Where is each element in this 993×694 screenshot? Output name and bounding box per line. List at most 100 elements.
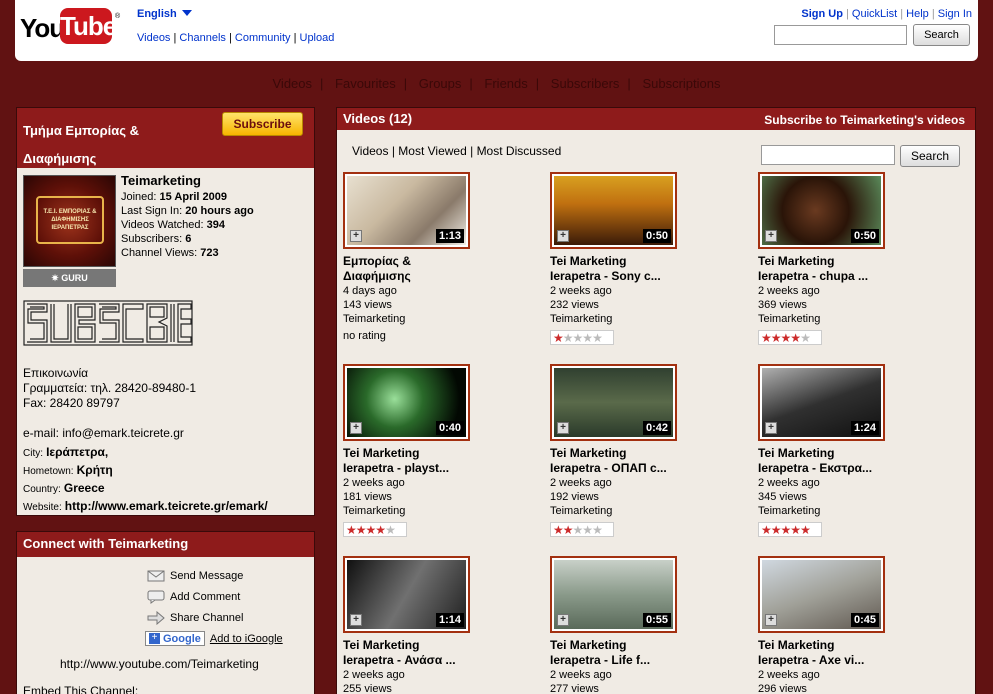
avatar[interactable]: T.E.I. ΕΜΠΟΡΙΑΣ & ΔΙΑΦΗΜΙΣΗΣ ΙΕΡΑΠΕΤΡΑΣ bbox=[23, 175, 116, 267]
nav-channels[interactable]: Channels bbox=[179, 32, 225, 44]
add-to-quicklist-icon[interactable]: + bbox=[557, 230, 569, 242]
hometown-value: Κρήτη bbox=[76, 463, 113, 477]
video-item[interactable]: + 1:24 Tei Marketing Ierapetra - Εκστρα.… bbox=[758, 364, 948, 537]
video-search-button[interactable]: Search bbox=[900, 145, 960, 167]
video-tabs: Videos | Most Viewed | Most Discussed bbox=[352, 144, 562, 158]
video-title[interactable]: Tei Marketing Ierapetra - Εκστρα... bbox=[758, 446, 948, 476]
tab-most-discussed[interactable]: Most Discussed bbox=[477, 144, 562, 158]
nav-community[interactable]: Community bbox=[235, 32, 291, 44]
video-thumbnail[interactable]: + 1:24 bbox=[758, 364, 885, 441]
video-title-line2: Ierapetra - chupa ... bbox=[758, 269, 869, 283]
video-views: 192 views bbox=[550, 491, 599, 503]
video-thumbnail[interactable]: + 0:50 bbox=[550, 172, 677, 249]
video-uploader[interactable]: Teimarketing bbox=[550, 504, 740, 518]
help-link[interactable]: Help bbox=[906, 8, 929, 20]
contact-fax: Fax: 28420 89797 bbox=[23, 396, 120, 410]
video-item[interactable]: + 1:14 Tei Marketing Ierapetra - Ανάσα .… bbox=[343, 556, 533, 694]
last-sign-in-value: 20 hours ago bbox=[185, 205, 254, 217]
add-comment-label: Add Comment bbox=[170, 591, 241, 603]
contact-heading: Επικοινωνία bbox=[23, 366, 89, 380]
top-nav: Videos | Channels | Community | Upload bbox=[137, 32, 335, 44]
star-icon: ★ bbox=[790, 523, 801, 537]
video-title[interactable]: Tei Marketing Ierapetra - Life f... bbox=[550, 638, 740, 668]
video-thumbnail[interactable]: + 0:42 bbox=[550, 364, 677, 441]
send-message-link[interactable]: Send Message bbox=[147, 569, 243, 583]
video-uploader[interactable]: Teimarketing bbox=[550, 312, 740, 326]
video-uploader[interactable]: Teimarketing bbox=[343, 504, 533, 518]
language-selector[interactable]: English bbox=[137, 8, 192, 20]
video-uploader[interactable]: Teimarketing bbox=[758, 312, 948, 326]
video-age: 2 weeks ago bbox=[550, 669, 612, 681]
star-icon: ★ bbox=[800, 523, 811, 537]
chevron-down-icon bbox=[181, 10, 192, 16]
video-title[interactable]: Tei Marketing Ierapetra - playst... bbox=[343, 446, 533, 476]
video-title-line1: Tei Marketing bbox=[550, 254, 627, 268]
video-thumbnail[interactable]: + 1:14 bbox=[343, 556, 470, 633]
profile-panel: Τμήμα Εμπορίας & Διαφήμισης Subscribe T.… bbox=[16, 107, 315, 516]
tab-most-viewed[interactable]: Most Viewed bbox=[398, 144, 466, 158]
video-item[interactable]: + 0:45 Tei Marketing Ierapetra - Axe vi.… bbox=[758, 556, 948, 694]
channel-nav-videos[interactable]: Videos bbox=[265, 76, 321, 91]
video-item[interactable]: + 0:42 Tei Marketing Ierapetra - ΟΠΑΠ c.… bbox=[550, 364, 740, 537]
star-icon: ★ bbox=[346, 523, 357, 537]
video-item[interactable]: + 0:50 Tei Marketing Ierapetra - Sony c.… bbox=[550, 172, 740, 345]
website-link[interactable]: http://www.emark.teicrete.gr/emark/ bbox=[65, 499, 268, 513]
video-title[interactable]: Tei Marketing Ierapetra - Sony c... bbox=[550, 254, 740, 284]
video-uploader[interactable]: Teimarketing bbox=[343, 312, 533, 326]
add-igoogle-link[interactable]: Add to iGoogle bbox=[210, 633, 283, 645]
youtube-logo[interactable]: You Tube ® bbox=[20, 7, 120, 44]
sign-up-link[interactable]: Sign Up bbox=[801, 8, 843, 20]
video-title-line1: Tei Marketing bbox=[758, 638, 835, 652]
subscribers-label: Subscribers: bbox=[121, 233, 183, 245]
tab-videos[interactable]: Videos bbox=[352, 144, 388, 158]
channel-nav-subscriptions[interactable]: Subscriptions bbox=[634, 76, 728, 91]
add-to-quicklist-icon[interactable]: + bbox=[765, 614, 777, 626]
site-search-button[interactable]: Search bbox=[913, 24, 970, 46]
video-title-line1: Tei Marketing bbox=[758, 254, 835, 268]
add-to-google-button[interactable]: + Google bbox=[145, 631, 205, 646]
language-label: English bbox=[137, 8, 177, 20]
star-icon: ★ bbox=[770, 331, 782, 345]
video-title[interactable]: Tei Marketing Ierapetra - chupa ... bbox=[758, 254, 948, 284]
subscribe-button[interactable]: Subscribe bbox=[222, 112, 303, 136]
joined-label: Joined: bbox=[121, 191, 157, 203]
video-item[interactable]: + 0:50 Tei Marketing Ierapetra - chupa .… bbox=[758, 172, 948, 345]
nav-upload[interactable]: Upload bbox=[300, 32, 335, 44]
google-label: Google bbox=[163, 632, 201, 645]
share-channel-link[interactable]: Share Channel bbox=[147, 611, 243, 625]
video-search-input[interactable] bbox=[761, 145, 895, 165]
subscribe-videos-link[interactable]: Subscribe to Teimarketing's videos bbox=[764, 113, 965, 127]
add-to-quicklist-icon[interactable]: + bbox=[350, 422, 362, 434]
video-age: 2 weeks ago bbox=[343, 669, 405, 681]
video-thumbnail[interactable]: + 0:40 bbox=[343, 364, 470, 441]
add-comment-link[interactable]: Add Comment bbox=[147, 590, 240, 604]
channel-nav-groups[interactable]: Groups bbox=[411, 76, 470, 91]
site-search-input[interactable] bbox=[774, 25, 907, 45]
video-thumbnail[interactable]: + 0:45 bbox=[758, 556, 885, 633]
channel-nav-subscribers[interactable]: Subscribers bbox=[543, 76, 628, 91]
add-to-quicklist-icon[interactable]: + bbox=[350, 614, 362, 626]
video-thumbnail[interactable]: + 1:13 bbox=[343, 172, 470, 249]
video-title-line2: Ierapetra - playst... bbox=[343, 461, 450, 475]
video-title[interactable]: Tei Marketing Ierapetra - Ανάσα ... bbox=[343, 638, 533, 668]
add-to-quicklist-icon[interactable]: + bbox=[765, 230, 777, 242]
add-to-quicklist-icon[interactable]: + bbox=[557, 422, 569, 434]
video-title[interactable]: Tei Marketing Ierapetra - ΟΠΑΠ c... bbox=[550, 446, 740, 476]
video-title[interactable]: Εμπορίας & Διαφήμισης bbox=[343, 254, 533, 284]
video-item[interactable]: + 0:40 Tei Marketing Ierapetra - playst.… bbox=[343, 364, 533, 537]
video-thumbnail[interactable]: + 0:50 bbox=[758, 172, 885, 249]
video-title[interactable]: Tei Marketing Ierapetra - Axe vi... bbox=[758, 638, 948, 668]
add-to-quicklist-icon[interactable]: + bbox=[557, 614, 569, 626]
channel-nav-favourites[interactable]: Favourites bbox=[327, 76, 404, 91]
add-to-quicklist-icon[interactable]: + bbox=[350, 230, 362, 242]
channel-nav-friends[interactable]: Friends bbox=[476, 76, 535, 91]
connect-panel: Connect with Teimarketing Send Message A… bbox=[16, 531, 315, 694]
video-item[interactable]: + 1:13 Εμπορίας & Διαφήμισης 4 days ago … bbox=[343, 172, 533, 342]
nav-videos[interactable]: Videos bbox=[137, 32, 170, 44]
video-item[interactable]: + 0:55 Tei Marketing Ierapetra - Life f.… bbox=[550, 556, 740, 694]
video-uploader[interactable]: Teimarketing bbox=[758, 504, 948, 518]
quicklist-link[interactable]: QuickList bbox=[852, 8, 897, 20]
video-thumbnail[interactable]: + 0:55 bbox=[550, 556, 677, 633]
sign-in-link[interactable]: Sign In bbox=[938, 8, 972, 20]
add-to-quicklist-icon[interactable]: + bbox=[765, 422, 777, 434]
